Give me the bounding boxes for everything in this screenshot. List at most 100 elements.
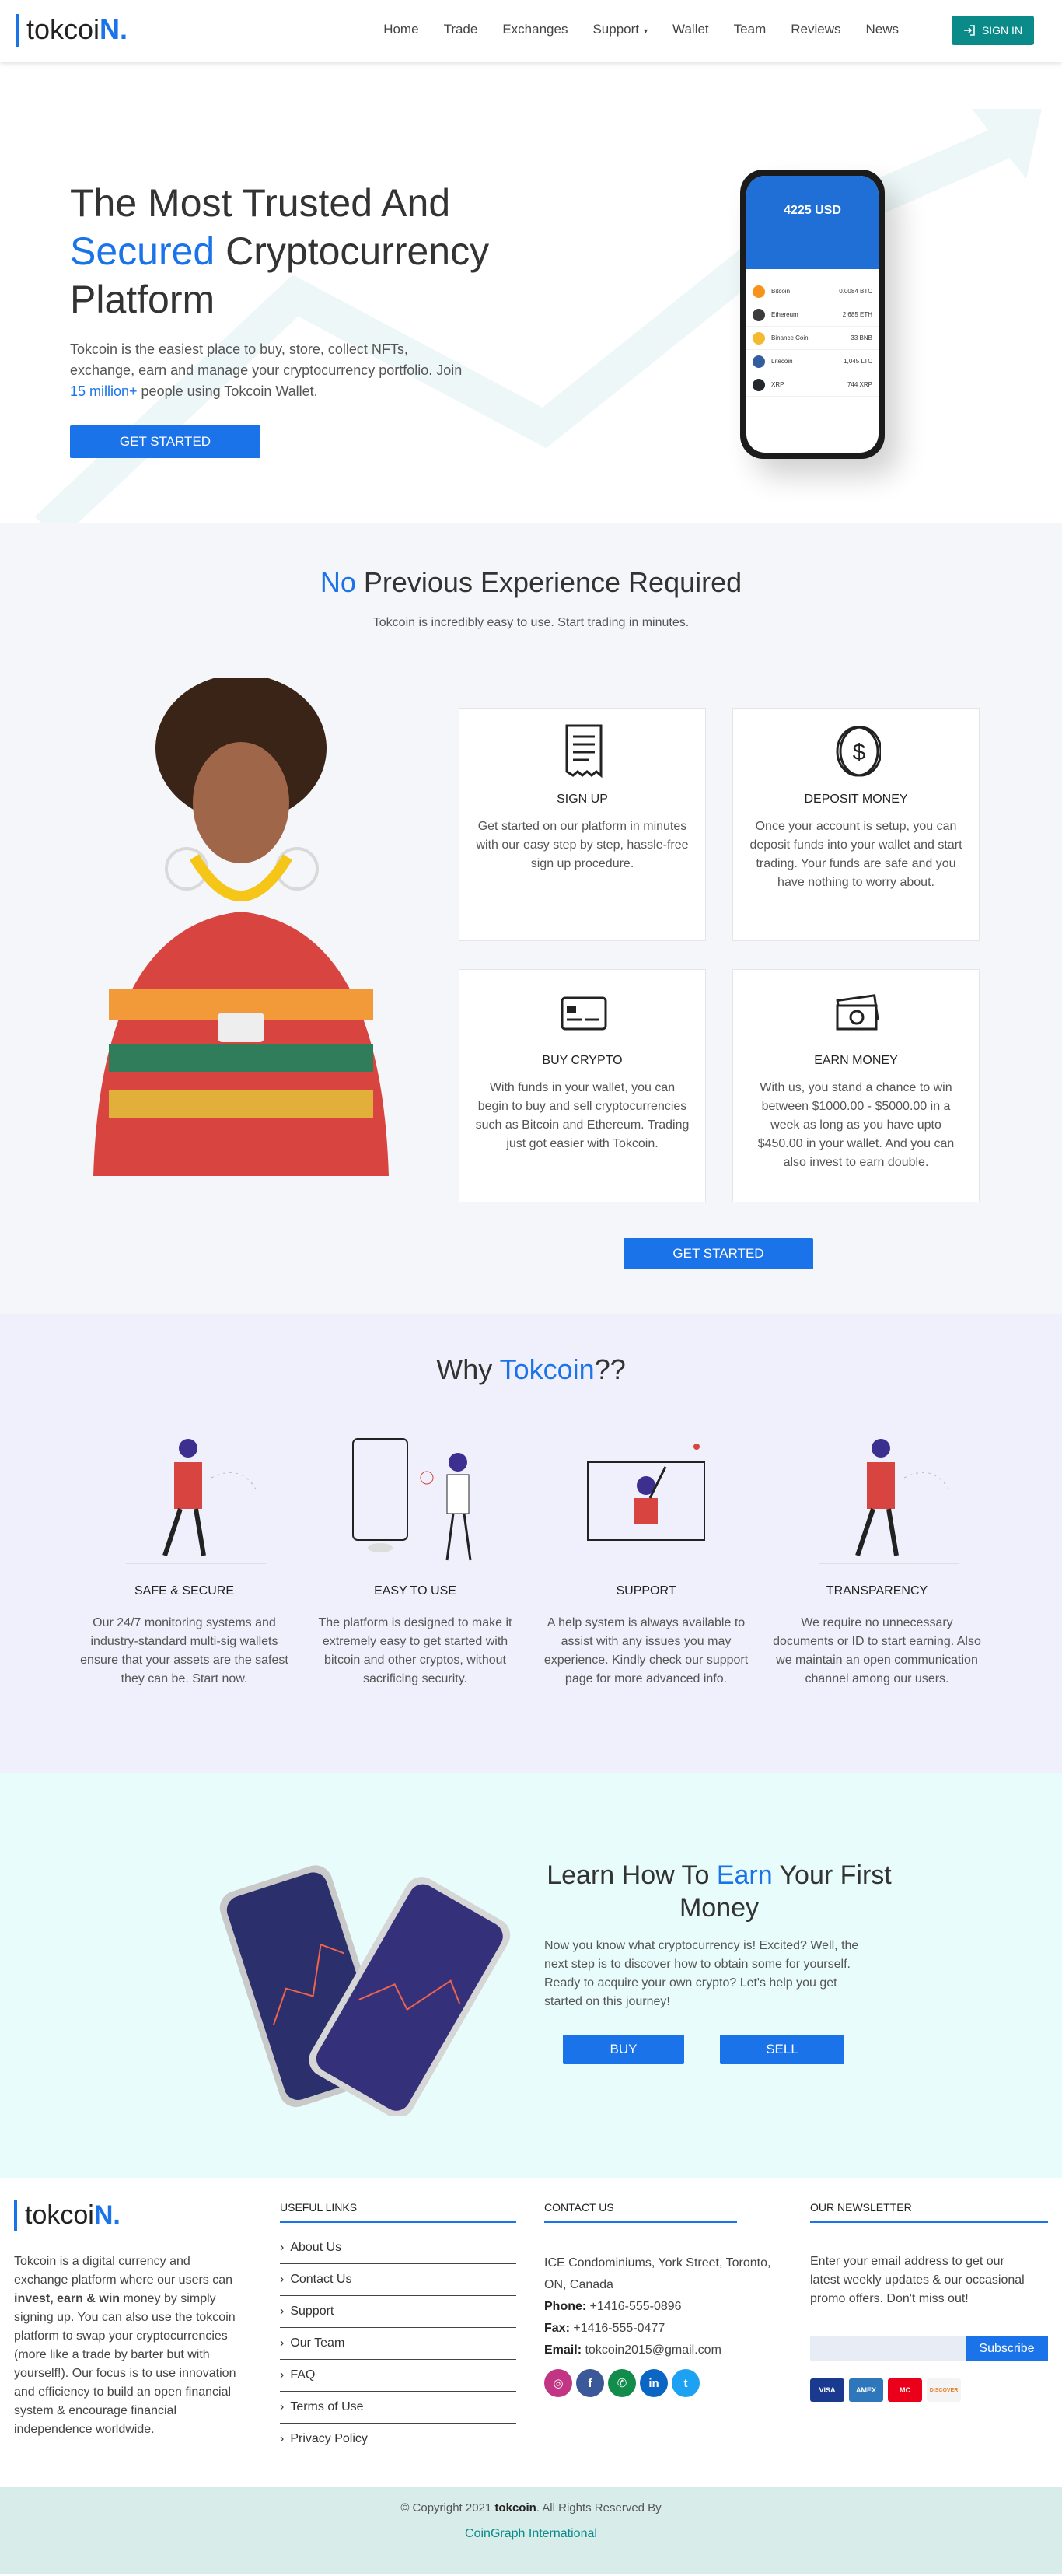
footer-link-contact[interactable]: › Contact Us	[280, 2264, 516, 2296]
step-card-earn-money: EARN MONEY With us, you stand a chance t…	[732, 969, 980, 1202]
footer-link-support[interactable]: › Support	[280, 2296, 516, 2328]
buy-button[interactable]: BUY	[563, 2035, 684, 2064]
contact-address: ICE Condominiums, York Street, Toronto, …	[544, 2256, 771, 2291]
nav-exchanges[interactable]: Exchanges	[502, 22, 568, 37]
nav-news[interactable]: News	[865, 22, 899, 37]
footer-link-faq[interactable]: › FAQ	[280, 2360, 516, 2392]
nav-reviews[interactable]: Reviews	[791, 22, 840, 37]
step-card-sign-up: SIGN UP Get started on our platform in m…	[459, 708, 706, 941]
xrp-icon	[753, 378, 765, 391]
copyright-after: . All Rights Reserved By	[536, 2501, 662, 2515]
why-item-text: The platform is designed to make it extr…	[318, 1616, 512, 1685]
step-card-title: SIGN UP	[557, 793, 608, 806]
coin-name: Bitcoin	[771, 288, 791, 295]
sign-in-button[interactable]: SIGN IN	[952, 16, 1034, 45]
footer: tokcoiN. Tokcoin is a digital currency a…	[0, 2178, 1062, 2487]
nav-team[interactable]: Team	[734, 22, 767, 37]
why-item-transparency: TRANSPARENCY We require no unnecessary d…	[772, 1431, 982, 1689]
chevron-right-icon: ›	[280, 2305, 285, 2318]
phone-mockup: 4225 USD Bitcoin 0.0084 BTC Ethereum 2,685…	[740, 170, 885, 459]
litecoin-icon	[753, 355, 765, 368]
twitter-icon[interactable]: t	[672, 2369, 700, 2397]
visa-icon: VISA	[810, 2378, 844, 2402]
footer-link-terms[interactable]: › Terms of Use	[280, 2392, 516, 2424]
phone-value: +1416-555-0896	[589, 2300, 682, 2313]
svg-text:$: $	[853, 740, 866, 765]
nav-support[interactable]: Support ▾	[592, 22, 648, 37]
nav-home[interactable]: Home	[383, 22, 418, 37]
footer-link-privacy[interactable]: › Privacy Policy	[280, 2424, 516, 2455]
nav-support-label: Support	[592, 22, 640, 37]
easy-to-use-illustration	[352, 1438, 472, 1561]
nav-menu: Home Trade Exchanges Support ▾ Wallet Tea…	[358, 22, 899, 37]
coin-value: 33 BNB	[851, 334, 872, 341]
learn-title-accent: Earn	[716, 1860, 773, 1890]
contact-phone: Phone: +1416-555-0896	[544, 2296, 777, 2318]
experience-get-started-button[interactable]: GET STARTED	[624, 1238, 813, 1269]
why-item-safe: SAFE & SECURE Our 24/7 monitoring system…	[79, 1431, 289, 1689]
mastercard-icon: MC	[888, 2378, 922, 2402]
step-card-buy-crypto: BUY CRYPTO With funds in your wallet, yo…	[459, 969, 706, 1202]
why-item-text: Our 24/7 monitoring systems and industry…	[80, 1616, 288, 1685]
chevron-down-icon: ▾	[644, 27, 648, 36]
why-title-after: ??	[594, 1353, 626, 1385]
whatsapp-icon[interactable]: ✆	[608, 2369, 636, 2397]
facebook-icon[interactable]: f	[576, 2369, 604, 2397]
contact-fax: Fax: +1416-555-0477	[544, 2318, 777, 2340]
step-card-title: BUY CRYPTO	[542, 1054, 623, 1067]
brand-name: tokcoi	[26, 13, 100, 45]
contact-heading: CONTACT US	[544, 2201, 737, 2223]
link-label: FAQ	[290, 2368, 316, 2382]
sell-button[interactable]: SELL	[720, 2035, 844, 2064]
footer-link-team[interactable]: › Our Team	[280, 2328, 516, 2360]
copyright-brand: tokcoin	[494, 2501, 536, 2515]
hero-description: Tokcoin is the easiest place to buy, sto…	[70, 339, 474, 402]
why-item-title: EASY TO USE	[374, 1584, 456, 1598]
woman-with-phone-illustration	[93, 678, 389, 1176]
step-card-deposit: $ DEPOSIT MONEY Once your account is set…	[732, 708, 980, 941]
footer-brand-name: tokcoi	[25, 2200, 94, 2230]
instagram-icon[interactable]: ◎	[544, 2369, 572, 2397]
copyright-before: © Copyright 2021	[400, 2501, 495, 2515]
coin-name: Litecoin	[771, 358, 793, 365]
chevron-right-icon: ›	[280, 2400, 285, 2413]
phone-label: Phone:	[544, 2300, 587, 2313]
trading-phones-illustration	[219, 1865, 511, 2116]
useful-links: › About Us › Contact Us › Support › Our Team…	[280, 2232, 516, 2455]
coin-name: Ethereum	[771, 311, 798, 318]
phone-coin-row: Ethereum 2,685 ETH	[746, 303, 879, 327]
hero-title-line1: The Most Trusted And	[70, 181, 451, 225]
nav-trade[interactable]: Trade	[444, 22, 478, 37]
footer-link-about[interactable]: › About Us	[280, 2232, 516, 2264]
step-card-text: Get started on our platform in minutes w…	[476, 820, 689, 870]
phone-coin-row: XRP 744 XRP	[746, 373, 879, 397]
subscribe-button[interactable]: Subscribe	[966, 2336, 1048, 2361]
chevron-right-icon: ›	[280, 2241, 285, 2254]
fax-label: Fax:	[544, 2322, 570, 2335]
learn-title: Learn How To Earn Your First Money	[536, 1859, 902, 1924]
linkedin-icon[interactable]: in	[640, 2369, 668, 2397]
sign-in-icon	[963, 25, 975, 36]
chevron-right-icon: ›	[280, 2368, 285, 2382]
security-person-illustration	[126, 1439, 266, 1564]
chevron-right-icon: ›	[280, 2432, 285, 2445]
phone-coin-list: Bitcoin 0.0084 BTC Ethereum 2,685 ETH Bina…	[746, 269, 879, 397]
newsletter-email-input[interactable]	[810, 2336, 966, 2361]
why-title: Why Tokcoin??	[0, 1353, 1062, 1386]
receipt-icon	[565, 724, 603, 779]
why-item-support: SUPPORT A help system is always availabl…	[541, 1431, 751, 1689]
email-label: Email:	[544, 2343, 582, 2357]
email-value[interactable]: tokcoin2015@gmail.com	[585, 2343, 721, 2357]
nav-wallet[interactable]: Wallet	[672, 22, 709, 37]
brand-logo[interactable]: tokcoiN.	[16, 14, 128, 47]
hero-desc-accent: 15 million+	[70, 383, 138, 399]
coin-value: 2,685 ETH	[842, 311, 872, 318]
hero-get-started-button[interactable]: GET STARTED	[70, 425, 260, 458]
why-section: Why Tokcoin?? SAFE & SECURE Our 24/7 mon…	[0, 1314, 1062, 1773]
step-card-text: With funds in your wallet, you can begin…	[475, 1081, 690, 1150]
credit-link[interactable]: CoinGraph International	[0, 2527, 1062, 2541]
link-label: Support	[290, 2305, 334, 2318]
experience-title-rest: Previous Experience Required	[355, 566, 742, 598]
link-label: Contact Us	[290, 2273, 352, 2286]
footer-logo[interactable]: tokcoiN.	[14, 2200, 121, 2231]
